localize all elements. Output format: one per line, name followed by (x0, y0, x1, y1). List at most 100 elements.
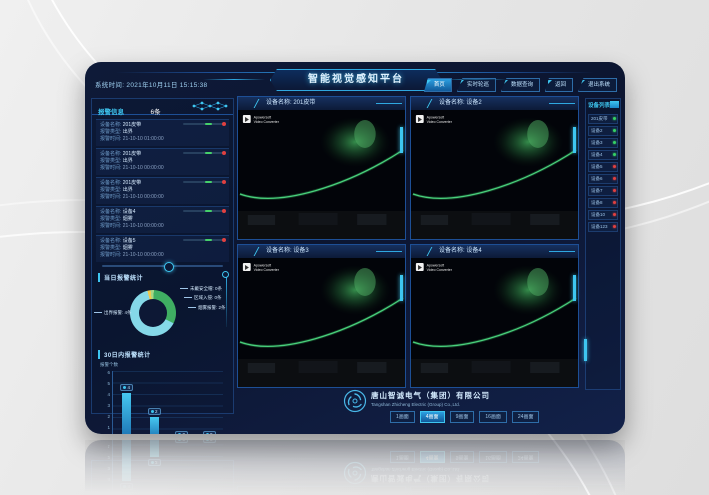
alarm-time: 报警时间: 21-10-10 00:00:00 (100, 223, 225, 230)
alarm-device-value: 201皮带 (123, 180, 141, 186)
bar-value-chip: 0 (175, 431, 188, 434)
device-list-item[interactable]: 201皮带 (588, 114, 618, 124)
device-list-item[interactable]: 设备4 (588, 150, 618, 160)
svg-text:Video Converter: Video Converter (427, 120, 453, 124)
alarm-panel-title: 报警信息 (98, 109, 124, 116)
dashboard: 系统时间: 2021年10月11日 15:15:38 智能视觉感知平台 首页实时… (85, 62, 625, 434)
nav-button[interactable]: 首页 (424, 78, 452, 92)
alarm-card[interactable]: 设备名称: 201皮带报警类型: 出界报警时间: 21-10-10 00:00:… (96, 177, 229, 204)
screen-split-button[interactable]: 9画面 (450, 411, 475, 423)
screen-split-button[interactable]: 1画面 (390, 411, 415, 423)
bar-chart-ytick: 3 (98, 403, 110, 408)
alarm-level-fill (205, 152, 212, 154)
alarm-type-value: 烟雾 (123, 245, 133, 251)
device-name: 设备5 (591, 164, 603, 169)
donut-legend-label: 区域入侵: 0条 (184, 295, 222, 301)
bar-column: 0 (170, 431, 194, 434)
screen-split-button[interactable]: 24画面 (512, 411, 540, 423)
company-block: 唐山智诚电气（集团）有限公司 Tangshan Zhicheng Electri… (371, 390, 490, 407)
alarm-time-value: 21-10-10 00:00:00 (123, 223, 164, 229)
screen-split-buttons: 1画面 4画面 9画面 16画面 24画面 (390, 411, 539, 423)
video-name-label: 设备名称: (439, 248, 466, 254)
nav-button[interactable]: 实时轮巡 (457, 78, 496, 92)
video-header: 设备名称: 设备3 (238, 245, 405, 259)
device-list-tab[interactable] (610, 101, 619, 108)
device-list-title: 设备列表 (588, 103, 610, 109)
video-frame[interactable]: ApowersoftVideo Converter (238, 110, 405, 239)
alarm-card[interactable]: 设备名称: 201皮带报警类型: 出界报警时间: 21-10-10 00:00:… (96, 148, 229, 175)
bar-value-chip: 0 (203, 431, 216, 434)
donut-legend-label: 烟雾报警: 2条 (188, 305, 226, 311)
monthly-stats-bar-chart: 报警个数 6543210 4200 出界烟雾区域未戴安全帽 (98, 362, 227, 434)
bar (150, 417, 159, 434)
device-list-item[interactable]: 设备123 (588, 222, 618, 232)
donut-legend-label: 未戴安全帽: 0条 (180, 286, 222, 292)
video-name-value: 201皮带 (293, 100, 315, 106)
device-list-item[interactable]: 设备10 (588, 210, 618, 220)
alarm-list-scrollbar[interactable] (102, 265, 223, 267)
video-name-label: 设备名称: (439, 100, 466, 106)
donut-legend-label: 出界报警: 4条 (94, 310, 132, 316)
screen-split-button[interactable]: 16画面 (479, 411, 507, 423)
screen-split-button[interactable]: 4画面 (420, 411, 445, 423)
device-list-item[interactable]: 设备3 (588, 138, 618, 148)
status-offline-dot (613, 165, 616, 168)
nav-bar: 首页实时轮巡数据查询返回退出系统 (424, 78, 617, 92)
alarm-time: 报警时间: 21-10-10 00:00:00 (100, 252, 225, 259)
alarm-level-dot (222, 151, 226, 155)
alarm-list: 设备名称: 201皮带报警类型: 出界报警时间: 21-10-10 01:00:… (92, 115, 233, 262)
video-cell[interactable]: 设备名称: 设备4ApowersoftVideo Converter (410, 244, 579, 388)
device-list-item[interactable]: 设备8 (588, 198, 618, 208)
status-offline-dot (613, 189, 616, 192)
alarm-type-label: 报警类型: (100, 158, 123, 164)
company-name-cn: 唐山智诚电气（集团）有限公司 (371, 390, 490, 401)
alarm-level-indicator (183, 239, 225, 241)
video-name-value: 设备4 (466, 248, 481, 254)
alarm-type-value: 出界 (123, 158, 133, 164)
video-cell[interactable]: 设备名称: 设备3ApowersoftVideo Converter (237, 244, 406, 388)
video-accent-bar (400, 127, 403, 153)
video-cell[interactable]: 设备名称: 设备2ApowersoftVideo Converter (410, 96, 579, 240)
system-time-value: 2021年10月11日 15:15:38 (126, 82, 207, 89)
alarm-time-label: 报警时间: (100, 252, 123, 258)
device-list-item[interactable]: 设备6 (588, 174, 618, 184)
daily-stats-title: 当日报警统计 (98, 273, 233, 282)
device-list-item[interactable]: 设备7 (588, 186, 618, 196)
device-name: 设备8 (591, 200, 603, 205)
device-list-item[interactable]: 设备5 (588, 162, 618, 172)
alarm-device-label: 设备名称: (100, 122, 123, 128)
video-header: 设备名称: 设备4 (411, 245, 578, 259)
bar-value-chip: 2 (148, 408, 161, 415)
alarm-type: 报警类型: 出界 (100, 158, 225, 165)
nav-button[interactable]: 退出系统 (578, 78, 617, 92)
bar-chart-ylabel: 报警个数 (100, 362, 118, 368)
alarm-level-fill (205, 239, 212, 241)
alarm-level-dot (222, 180, 226, 184)
alarm-device-value: 201皮带 (123, 122, 141, 128)
alarm-type-label: 报警类型: (100, 187, 123, 193)
alarm-card[interactable]: 设备名称: 设备5报警类型: 烟雾报警时间: 21-10-10 00:00:00 (96, 235, 229, 262)
device-list-item[interactable]: 设备2 (588, 126, 618, 136)
video-frame[interactable]: ApowersoftVideo Converter (411, 110, 578, 239)
nav-button[interactable]: 返回 (545, 78, 573, 92)
device-name: 201皮带 (591, 116, 608, 121)
video-frame[interactable]: ApowersoftVideo Converter (411, 258, 578, 387)
video-grid: 设备名称: 201皮带ApowersoftVideo Converter设备名称… (237, 96, 579, 388)
video-cell[interactable]: 设备名称: 201皮带ApowersoftVideo Converter (237, 96, 406, 240)
alarm-card[interactable]: 设备名称: 设备4报警类型: 烟雾报警时间: 21-10-10 00:00:00 (96, 206, 229, 233)
nav-button[interactable]: 数据查询 (501, 78, 540, 92)
alarm-type-label: 报警类型: (100, 129, 123, 135)
alarm-time: 报警时间: 21-10-10 00:00:00 (100, 165, 225, 172)
bar-value-chip: 4 (120, 384, 133, 391)
status-online-dot (613, 117, 616, 120)
bar-column: 4 (115, 384, 139, 434)
video-frame[interactable]: ApowersoftVideo Converter (238, 258, 405, 387)
alarm-device-value: 设备5 (123, 238, 136, 244)
alarm-device-label: 设备名称: (100, 151, 123, 157)
status-offline-dot (613, 201, 616, 204)
status-online-dot (613, 141, 616, 144)
alarm-device-value: 201皮带 (123, 151, 141, 157)
alarm-level-indicator (183, 181, 225, 183)
scrollbar-knob[interactable] (164, 262, 174, 272)
alarm-card[interactable]: 设备名称: 201皮带报警类型: 出界报警时间: 21-10-10 01:00:… (96, 119, 229, 146)
